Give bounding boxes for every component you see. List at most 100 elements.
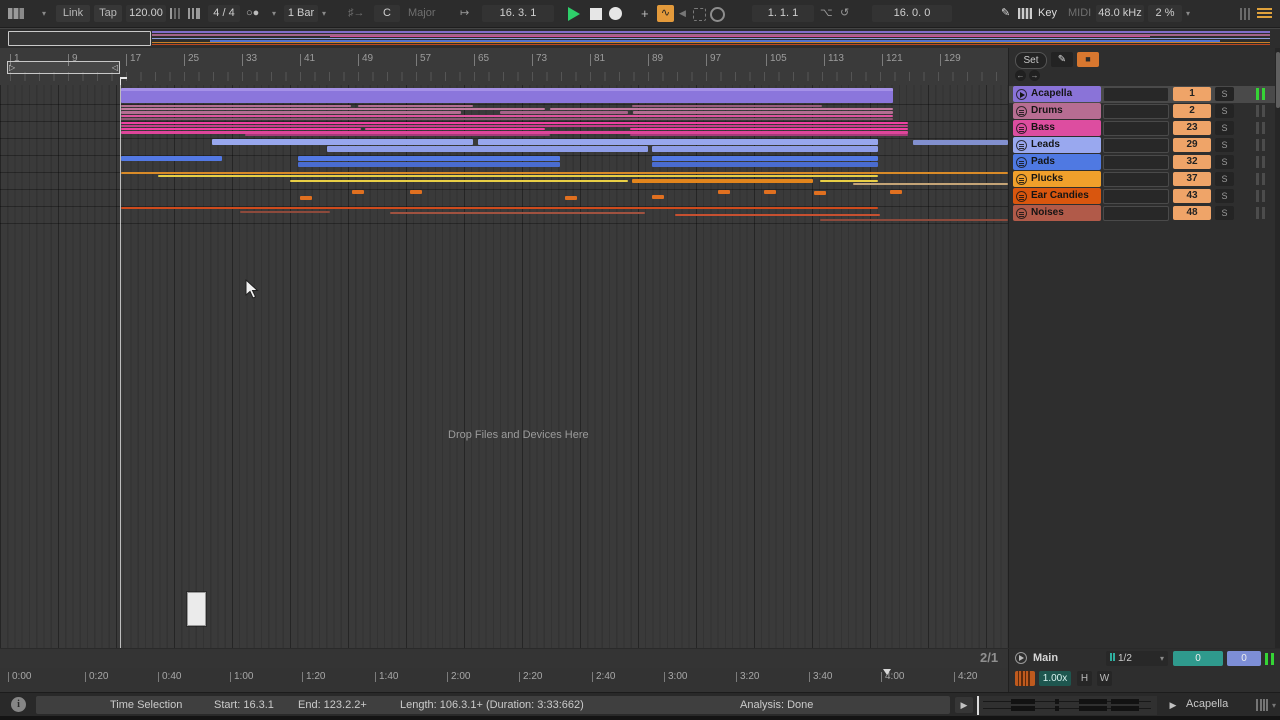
arrangement-clip[interactable] bbox=[764, 190, 776, 194]
set-button[interactable]: Set bbox=[1015, 52, 1047, 69]
computer-midi-keyboard-icon[interactable] bbox=[1018, 8, 1032, 19]
track-solo-button[interactable]: S bbox=[1215, 121, 1234, 135]
arrangement-clip[interactable] bbox=[652, 156, 878, 161]
arrangement-clip[interactable] bbox=[630, 134, 908, 136]
re-enable-automation-icon[interactable]: ◀ bbox=[679, 5, 686, 22]
hamburger-menu-icon[interactable] bbox=[1257, 5, 1272, 22]
logo-caret-icon[interactable]: ▾ bbox=[42, 5, 46, 22]
preview-play-button[interactable]: ▶ bbox=[955, 697, 973, 713]
track-fold-icon[interactable] bbox=[1016, 140, 1027, 151]
arrangement-clip[interactable] bbox=[675, 214, 880, 216]
dragged-clip-ghost[interactable] bbox=[187, 592, 206, 626]
arrangement-clip[interactable] bbox=[652, 162, 878, 167]
arrangement-position-field[interactable]: 16. 3. 1 bbox=[482, 5, 554, 22]
track-number-box[interactable]: 43 bbox=[1173, 189, 1211, 203]
info-icon[interactable]: i bbox=[11, 697, 26, 712]
loop-brace[interactable]: ▷ ◁ bbox=[7, 61, 120, 74]
session-record-button[interactable] bbox=[710, 5, 725, 22]
back-arrow-button[interactable]: ← bbox=[1015, 70, 1026, 81]
metronome-sound-icon[interactable]: ○● bbox=[246, 5, 259, 22]
arrangement-clip[interactable] bbox=[358, 105, 473, 107]
arrangement-clip[interactable] bbox=[820, 180, 878, 182]
main-pan-field[interactable]: 0 bbox=[1227, 651, 1261, 666]
quantize-menu[interactable]: 1 Bar bbox=[284, 5, 318, 22]
loop-switch-icon[interactable]: ↺ bbox=[840, 5, 849, 22]
main-track-header[interactable]: Main 1/2▾ 0 0 bbox=[1008, 649, 1280, 669]
main-quantize-menu[interactable]: 1/2▾ bbox=[1106, 651, 1168, 666]
vertical-scrollbar[interactable] bbox=[1275, 48, 1280, 648]
track-number-box[interactable]: 23 bbox=[1173, 121, 1211, 135]
arrangement-clip[interactable] bbox=[121, 105, 351, 107]
live-logo-button[interactable] bbox=[8, 5, 40, 22]
track-number-box[interactable]: 37 bbox=[1173, 172, 1211, 186]
play-icon[interactable] bbox=[1016, 89, 1027, 100]
track-freeze-slider[interactable] bbox=[1103, 206, 1169, 221]
arrangement-overview[interactable] bbox=[0, 28, 1280, 49]
arrangement-clip[interactable] bbox=[121, 88, 893, 103]
loop-end-handle[interactable]: ◁ bbox=[112, 62, 118, 73]
punch-in-icon[interactable]: ⌥ bbox=[820, 5, 833, 22]
arrangement-clip[interactable] bbox=[121, 111, 461, 114]
preview-waveform[interactable] bbox=[977, 696, 1157, 715]
track-solo-button[interactable]: S bbox=[1215, 189, 1234, 203]
key-map-button[interactable]: Key bbox=[1038, 5, 1057, 22]
midi-map-button[interactable]: MIDI bbox=[1068, 5, 1091, 22]
main-play-icon[interactable] bbox=[1015, 652, 1027, 664]
cpu-caret-icon[interactable]: ▾ bbox=[1186, 5, 1190, 22]
loop-start-handle[interactable]: ▷ bbox=[9, 62, 15, 73]
scale-mode-icon[interactable]: ♯→ bbox=[348, 5, 365, 22]
arrangement-clip[interactable] bbox=[820, 219, 1008, 221]
arrangement-clip[interactable] bbox=[290, 180, 628, 182]
track-fold-icon[interactable] bbox=[1016, 106, 1027, 117]
arrangement-clip[interactable] bbox=[121, 122, 908, 124]
link-button[interactable]: Link bbox=[56, 5, 90, 22]
arrangement-clip[interactable] bbox=[632, 179, 813, 183]
arrangement-clip[interactable] bbox=[853, 183, 1008, 185]
track-name[interactable]: Ear Candies bbox=[1013, 188, 1101, 204]
play-button[interactable] bbox=[568, 5, 580, 22]
track-number-box[interactable]: 2 bbox=[1173, 104, 1211, 118]
zoom-level-field[interactable]: 1.00x bbox=[1039, 671, 1071, 686]
output-caret-icon[interactable]: ▾ bbox=[1272, 701, 1276, 710]
track-freeze-slider[interactable] bbox=[1103, 121, 1169, 136]
arrangement-clip[interactable] bbox=[550, 108, 893, 110]
scale-name-field[interactable]: Major bbox=[408, 5, 448, 22]
beat-time-ruler[interactable]: 191725334149576573818997105113121129 ▷ ◁ bbox=[0, 48, 1008, 85]
track-fold-icon[interactable] bbox=[1016, 123, 1027, 134]
track-name[interactable]: Acapella bbox=[1013, 86, 1101, 102]
track-solo-button[interactable]: S bbox=[1215, 206, 1234, 220]
track-solo-button[interactable]: S bbox=[1215, 155, 1234, 169]
scale-root-field[interactable]: C bbox=[374, 5, 400, 22]
forward-arrow-button[interactable]: → bbox=[1029, 70, 1040, 81]
arrangement-clip[interactable] bbox=[814, 191, 826, 195]
arrangement-clip[interactable] bbox=[630, 128, 908, 130]
track-freeze-slider[interactable] bbox=[1103, 172, 1169, 187]
arrangement-end-marker[interactable] bbox=[883, 669, 891, 675]
main-volume-field[interactable]: 0 bbox=[1173, 651, 1223, 666]
arrangement-clip[interactable] bbox=[565, 196, 577, 200]
waveform-zoom-icon[interactable] bbox=[1015, 671, 1035, 686]
scrollbar-thumb[interactable] bbox=[1276, 52, 1280, 108]
metronome-icon[interactable] bbox=[188, 8, 203, 19]
stop-button[interactable] bbox=[590, 5, 602, 22]
arrangement-clip[interactable] bbox=[121, 156, 222, 161]
track-solo-button[interactable]: S bbox=[1215, 138, 1234, 152]
arrangement-clip[interactable] bbox=[121, 108, 545, 110]
output-meter-icon[interactable] bbox=[1256, 699, 1269, 711]
arrangement-clip[interactable] bbox=[121, 172, 1008, 174]
track-number-box[interactable]: 32 bbox=[1173, 155, 1211, 169]
metronome-caret-icon[interactable]: ▾ bbox=[272, 5, 276, 22]
arrangement-clip[interactable] bbox=[718, 190, 730, 194]
arrangement-clip[interactable] bbox=[652, 195, 664, 199]
arrangement-clip[interactable] bbox=[121, 118, 893, 120]
record-button[interactable] bbox=[609, 5, 622, 22]
track-solo-button[interactable]: S bbox=[1215, 104, 1234, 118]
track-name[interactable]: Plucks bbox=[1013, 171, 1101, 187]
track-name[interactable]: Pads bbox=[1013, 154, 1101, 170]
loop-start-field[interactable]: 1. 1. 1 bbox=[752, 5, 814, 22]
arrangement-clip[interactable] bbox=[410, 190, 422, 194]
tap-tempo-button[interactable]: Tap bbox=[94, 5, 122, 22]
arrangement-clip[interactable] bbox=[121, 125, 908, 127]
arrangement-clip[interactable] bbox=[245, 134, 550, 136]
track-name[interactable]: Bass bbox=[1013, 120, 1101, 136]
